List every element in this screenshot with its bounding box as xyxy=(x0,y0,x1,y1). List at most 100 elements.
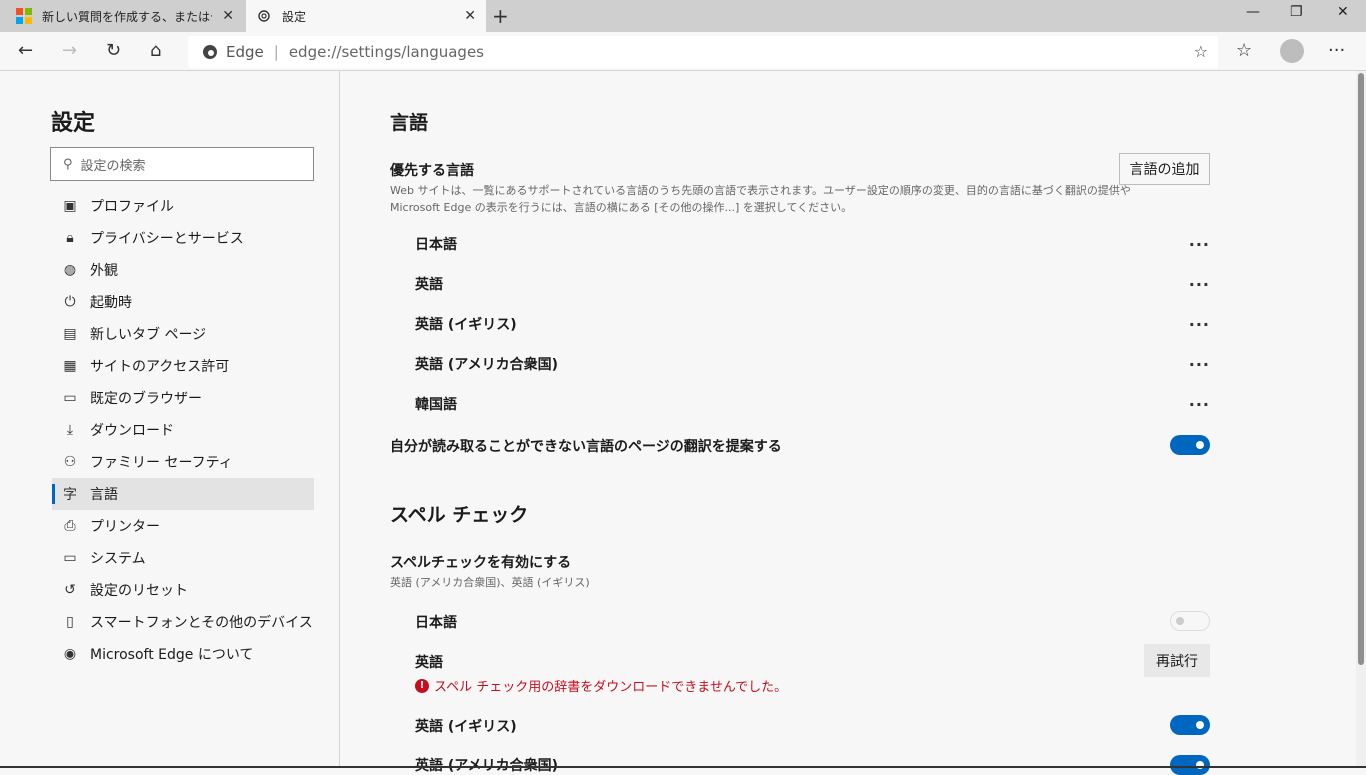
language-row: 英語 (イギリス) ··· xyxy=(415,304,1210,344)
home-icon[interactable]: ⌂ xyxy=(150,40,161,61)
sidebar-item-label: 新しいタブ ページ xyxy=(90,327,207,343)
search-input[interactable]: ⚲ 設定の検索 xyxy=(50,147,314,181)
favorites-icon[interactable]: ☆ xyxy=(1236,40,1252,61)
language-row: 日本語 ··· xyxy=(415,224,1210,264)
sidebar-item-appearance[interactable]: ◍ 外観 xyxy=(52,254,314,286)
spellcheck-toggle-en-us[interactable] xyxy=(1170,755,1210,775)
spellcheck-enabled-languages: 英語 (アメリカ合衆国)、英語 (イギリス) xyxy=(390,576,590,589)
sidebar-item-devices[interactable]: ▯ スマートフォンとその他のデバイス xyxy=(52,606,314,638)
sidebar-item-label: システム xyxy=(90,551,146,567)
edge-icon: ◉ xyxy=(63,646,77,662)
sidebar-item-label: プリンター xyxy=(90,519,160,535)
divider: | xyxy=(273,43,279,61)
more-actions-icon[interactable]: ··· xyxy=(1189,315,1210,334)
tab-title: 新しい質問を作成する、またはディスカ xyxy=(42,9,212,24)
sidebar-item-label: プライバシーとサービス xyxy=(90,231,244,247)
tab-settings[interactable]: 設定 ✕ xyxy=(246,0,486,32)
tab-question[interactable]: 新しい質問を作成する、またはディスカ ✕ xyxy=(0,0,244,32)
sidebar-item-about[interactable]: ◉ Microsoft Edge について xyxy=(52,638,314,670)
page-title: 設定 xyxy=(51,111,96,136)
laptop-icon: ▭ xyxy=(63,550,77,566)
more-actions-icon[interactable]: ··· xyxy=(1189,355,1210,374)
address-bar[interactable]: Edge | edge://settings/languages ☆ xyxy=(188,36,1218,68)
sidebar-item-label: 起動時 xyxy=(90,295,132,311)
sidebar-item-languages[interactable]: 字言語 xyxy=(52,478,314,510)
forward-icon[interactable]: → xyxy=(62,40,77,61)
preferred-languages-desc-1: Web サイトは、一覧にあるサポートされている言語のうち先頭の言語で表示されます… xyxy=(390,184,1131,197)
printer-icon: ⎙ xyxy=(64,518,76,534)
spellcheck-error-text: スペル チェック用の辞書をダウンロードできませんでした。 xyxy=(434,680,788,695)
language-name: 日本語 xyxy=(415,237,457,253)
refresh-icon[interactable]: ↻ xyxy=(106,40,121,61)
tab-title: 設定 xyxy=(282,9,307,24)
gear-icon xyxy=(258,10,270,22)
sidebar-item-label: プロファイル xyxy=(90,199,174,215)
language-name: 英語 (アメリカ合衆国) xyxy=(415,357,558,373)
language-row: 英語 ··· xyxy=(415,264,1210,304)
scrollbar-thumb[interactable] xyxy=(1358,73,1364,665)
download-icon: ⤓ xyxy=(66,422,74,438)
translate-offer-toggle[interactable] xyxy=(1170,435,1210,455)
minimize-icon[interactable]: — xyxy=(1246,4,1260,20)
palette-icon: ◍ xyxy=(63,262,77,278)
sidebar-item-label: Microsoft Edge について xyxy=(90,647,254,663)
spellcheck-enable-heading: スペルチェックを有効にする xyxy=(390,555,572,571)
url-text[interactable]: edge://settings/languages xyxy=(289,43,484,61)
sidebar-item-label: 設定のリセット xyxy=(90,583,188,599)
more-icon[interactable]: ··· xyxy=(1328,40,1345,61)
translate-offer-label: 自分が読み取ることができない言語のページの翻訳を提案する xyxy=(390,439,782,455)
browser-icon: ▭ xyxy=(63,390,77,406)
more-actions-icon[interactable]: ··· xyxy=(1189,235,1210,254)
close-icon[interactable]: ✕ xyxy=(464,8,476,24)
error-icon: ! xyxy=(415,678,429,693)
new-tab-icon[interactable]: + xyxy=(492,4,509,28)
sidebar-item-label: ダウンロード xyxy=(90,423,174,439)
scrollbar[interactable] xyxy=(1356,71,1366,768)
spellcheck-language-label: 英語 xyxy=(415,655,443,671)
profile-avatar-icon[interactable] xyxy=(1280,39,1304,63)
retry-button[interactable]: 再試行 xyxy=(1144,644,1210,677)
sidebar-nav: ▣ プロファイル 🔒︎ プライバシーとサービス ◍ 外観 ⏻ 起動時 ▤ 新しいタブ ペー… xyxy=(52,190,314,670)
sidebar-item-system[interactable]: ▭ システム xyxy=(52,542,314,574)
sidebar-item-startup[interactable]: ⏻ 起動時 xyxy=(52,286,314,318)
preferred-languages-desc-2: Microsoft Edge の表示を行うには、言語の横にある [その他の操作.… xyxy=(390,201,853,214)
close-window-icon[interactable]: ✕ xyxy=(1337,4,1349,20)
spellcheck-language-label: 英語 (アメリカ合衆国) xyxy=(415,758,558,774)
spellcheck-language-label: 英語 (イギリス) xyxy=(415,719,517,735)
language-icon: 字 xyxy=(63,487,77,503)
power-icon: ⏻ xyxy=(64,294,76,310)
preferred-languages-heading: 優先する言語 xyxy=(390,163,474,179)
sidebar-item-site-permissions[interactable]: ▦ サイトのアクセス許可 xyxy=(52,350,314,382)
spellcheck-toggle-en-gb[interactable] xyxy=(1170,715,1210,735)
sidebar-item-privacy[interactable]: 🔒︎ プライバシーとサービス xyxy=(52,222,314,254)
add-favorite-icon[interactable]: ☆ xyxy=(1194,42,1208,61)
sidebar-item-profile[interactable]: ▣ プロファイル xyxy=(52,190,314,222)
language-row: 英語 (アメリカ合衆国) ··· xyxy=(415,344,1210,384)
spellcheck-title: スペル チェック xyxy=(390,504,529,526)
more-actions-icon[interactable]: ··· xyxy=(1189,275,1210,294)
sidebar-item-default-browser[interactable]: ▭ 既定のブラウザー xyxy=(52,382,314,414)
sidebar-item-printers[interactable]: ⎙ プリンター xyxy=(52,510,314,542)
search-icon: ⚲ xyxy=(63,156,73,172)
sidebar-item-family[interactable]: ⚇ ファミリー セーフティ xyxy=(52,446,314,478)
more-actions-icon[interactable]: ··· xyxy=(1189,395,1210,414)
spellcheck-toggle-japanese[interactable] xyxy=(1170,611,1210,631)
sidebar-item-label: サイトのアクセス許可 xyxy=(90,359,230,375)
sidebar-item-downloads[interactable]: ⤓ ダウンロード xyxy=(52,414,314,446)
newtab-icon: ▤ xyxy=(63,326,77,342)
spellcheck-error: ! スペル チェック用の辞書をダウンロードできませんでした。 xyxy=(415,676,787,695)
back-icon[interactable]: ← xyxy=(18,40,33,61)
language-name: 韓国語 xyxy=(415,397,457,413)
phone-icon: ▯ xyxy=(66,614,74,630)
close-icon[interactable]: ✕ xyxy=(222,8,234,24)
sidebar-item-newtab[interactable]: ▤ 新しいタブ ページ xyxy=(52,318,314,350)
family-icon: ⚇ xyxy=(63,454,77,470)
lock-icon: 🔒︎ xyxy=(66,230,74,246)
sidebar-item-label: 外観 xyxy=(90,263,118,279)
sidebar-item-reset[interactable]: ↺ 設定のリセット xyxy=(52,574,314,606)
restore-icon[interactable]: ❐ xyxy=(1290,4,1303,20)
add-language-button[interactable]: 言語の追加 xyxy=(1119,153,1210,185)
sidebar-item-label: 既定のブラウザー xyxy=(90,391,202,407)
main-content: 言語 優先する言語 Web サイトは、一覧にあるサポートされている言語のうち先頭… xyxy=(340,71,1356,775)
sidebar-item-label: 言語 xyxy=(90,487,118,503)
